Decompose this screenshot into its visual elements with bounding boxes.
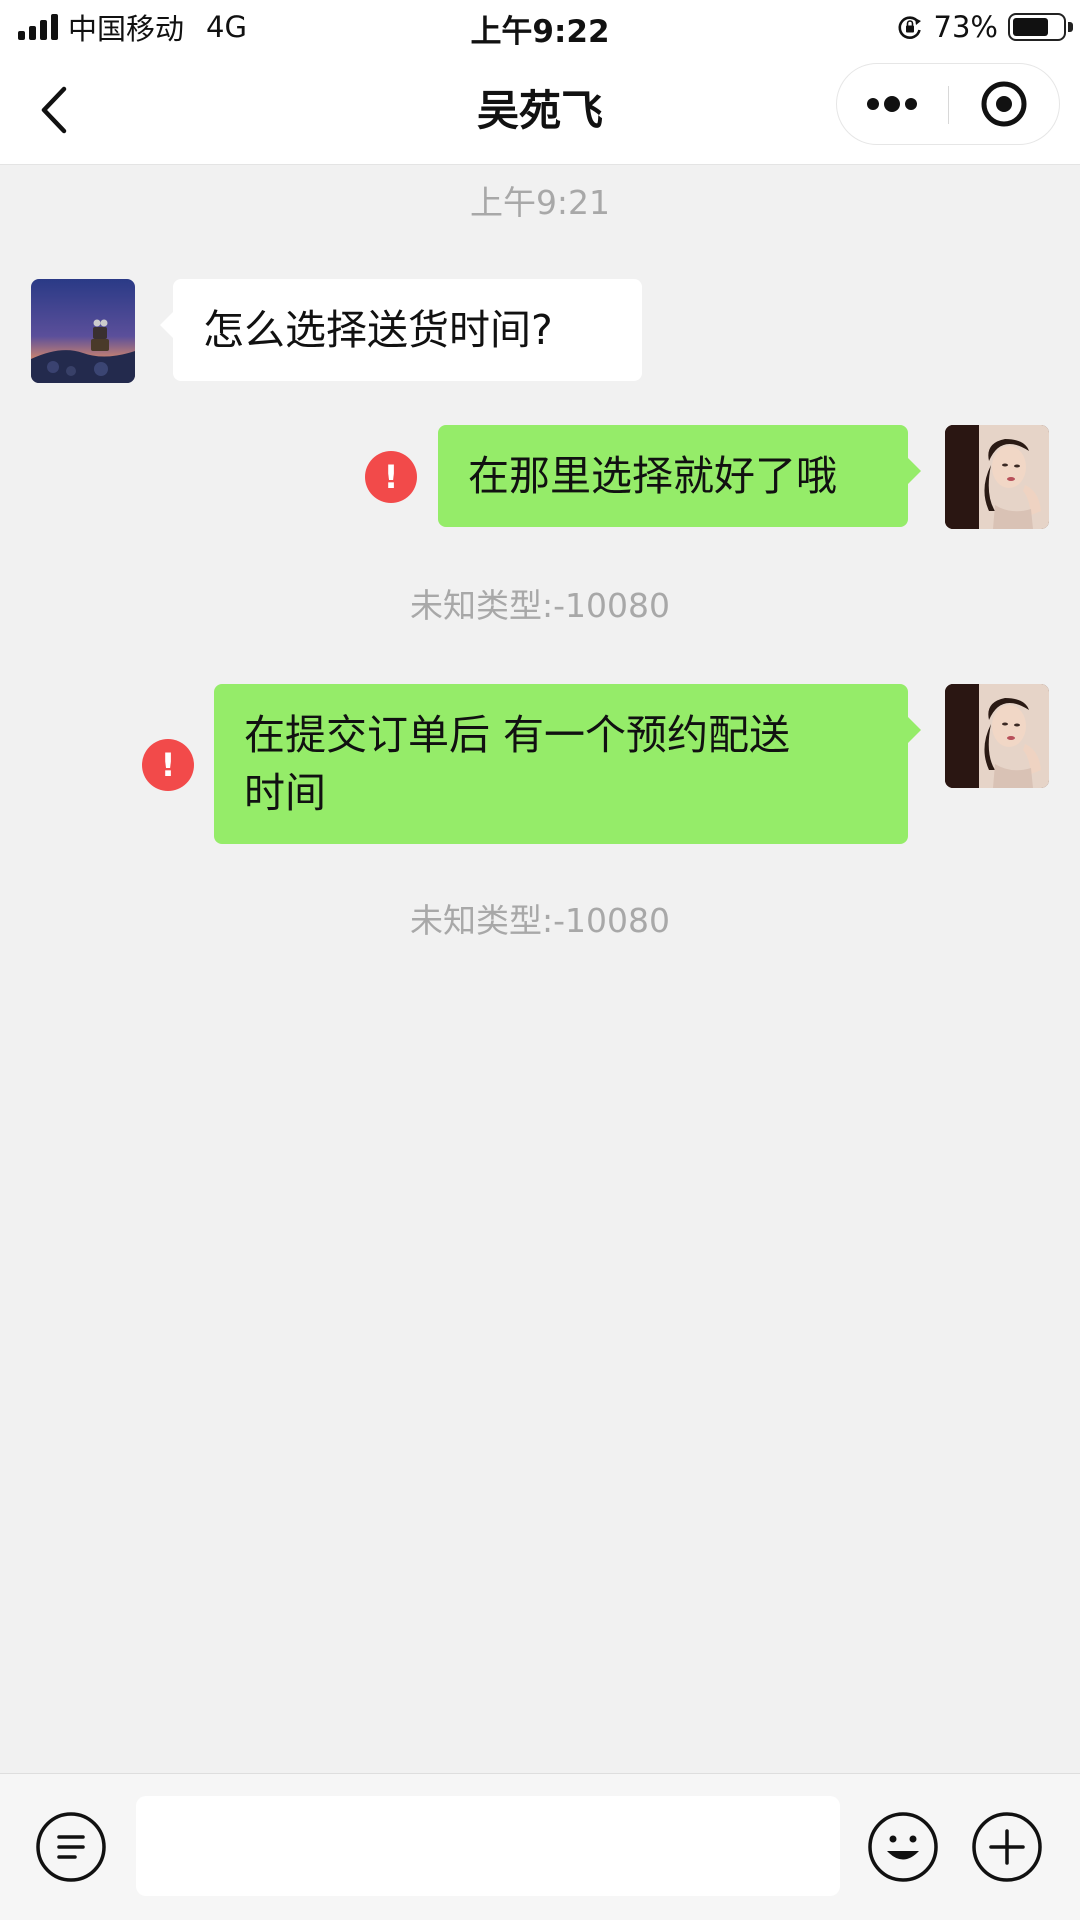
outgoing-message-bubble[interactable]: 在提交订单后 有一个预约配送 时间 <box>214 684 921 844</box>
message-text-line-2: 时间 <box>244 769 326 817</box>
more-button[interactable] <box>837 64 948 144</box>
message-text: 在那里选择就好了哦 <box>468 452 837 500</box>
emoji-smile-icon <box>868 1812 938 1882</box>
mini-program-capsule <box>836 63 1060 145</box>
more-functions-button[interactable] <box>970 1810 1044 1884</box>
battery-icon <box>1008 13 1073 41</box>
voice-toggle-button[interactable] <box>34 1810 108 1884</box>
my-avatar[interactable] <box>945 684 1049 788</box>
incoming-message-bubble[interactable]: 怎么选择送货时间? <box>160 279 642 381</box>
woman-portrait-avatar <box>945 425 1049 529</box>
back-button[interactable] <box>24 77 94 143</box>
keyboard-lines-icon <box>36 1812 106 1882</box>
chat-area[interactable]: 上午9:21 怎么选择送货时间? ! 在那里选择就好了哦 未知类型:-10080… <box>0 166 1080 1773</box>
woman-portrait-avatar <box>945 684 1049 788</box>
emoji-button[interactable] <box>866 1810 940 1884</box>
close-mini-program-button[interactable] <box>949 64 1060 144</box>
chat-timestamp: 上午9:21 <box>469 183 611 222</box>
send-failed-icon[interactable]: ! <box>142 739 194 791</box>
battery-percent: 73% <box>933 10 998 44</box>
message-text: 怎么选择送货时间? <box>203 306 553 354</box>
wall-e-night-sky-avatar <box>31 279 135 383</box>
status-bar: 中国移动 4G 上午9:22 73% <box>0 0 1080 55</box>
plus-circle-icon <box>972 1812 1042 1882</box>
system-notice: 未知类型:-10080 <box>409 586 670 625</box>
my-avatar[interactable] <box>945 425 1049 529</box>
message-text-line-1: 在提交订单后 有一个预约配送 <box>244 711 791 759</box>
send-failed-icon[interactable]: ! <box>365 451 417 503</box>
contact-avatar[interactable] <box>31 279 135 383</box>
target-circle-icon <box>981 81 1027 127</box>
message-input[interactable] <box>136 1796 840 1896</box>
battery-fill <box>1013 18 1049 36</box>
input-bar <box>0 1773 1080 1920</box>
more-dots-icon <box>867 96 917 112</box>
rotation-lock-icon <box>898 16 921 39</box>
status-right: 73% <box>896 8 1073 46</box>
chevron-left-icon <box>41 86 67 134</box>
nav-bar: 吴苑飞 <box>0 55 1080 165</box>
outgoing-message-bubble[interactable]: 在那里选择就好了哦 <box>438 425 921 527</box>
system-notice: 未知类型:-10080 <box>409 901 670 940</box>
